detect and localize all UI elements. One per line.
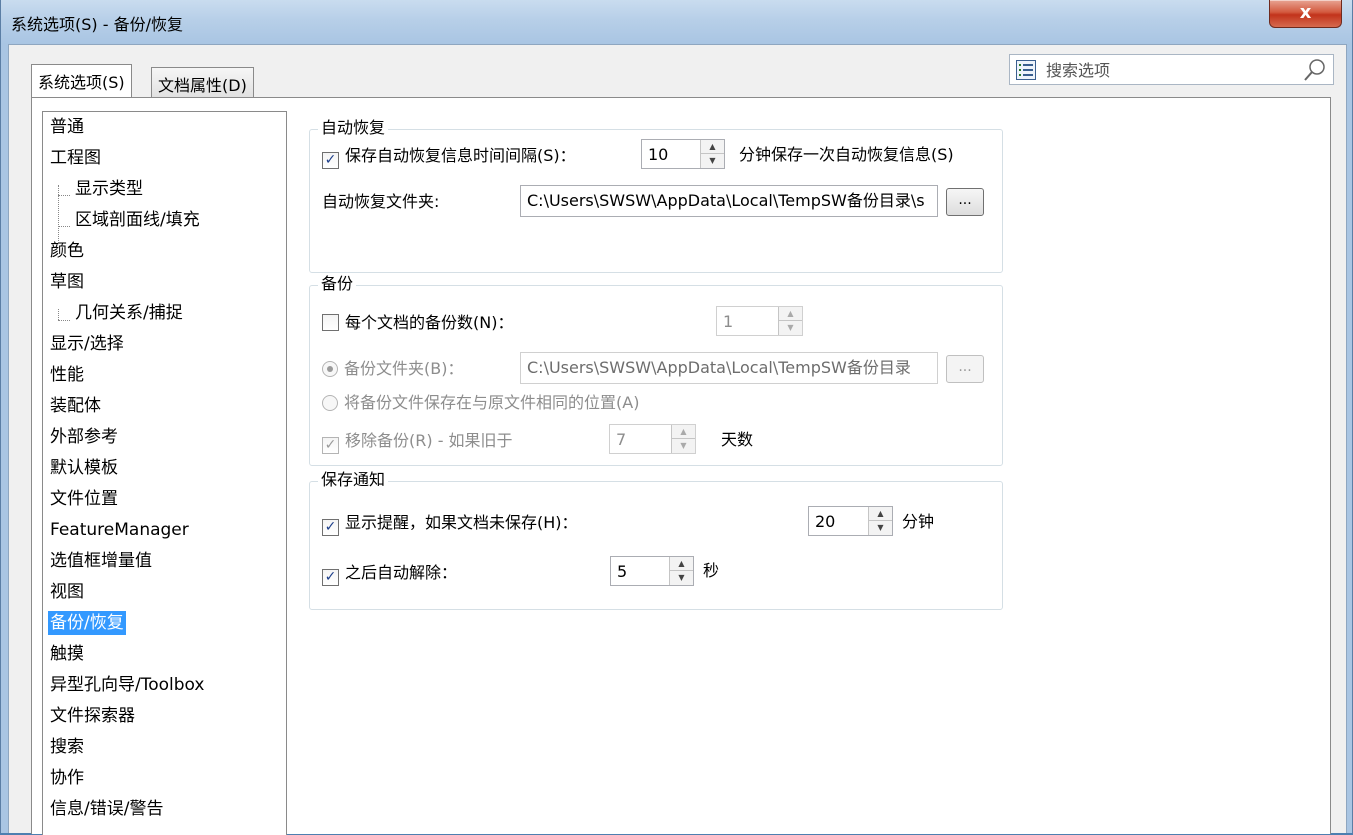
backup-remove-days-value: 7 <box>616 430 627 449</box>
notify-dismiss-checkbox[interactable]: ✓ 之后自动解除： <box>322 562 457 586</box>
tree-item-display-selection[interactable]: 显示/选择 <box>48 332 126 356</box>
notify-dismiss-seconds-value: 5 <box>617 562 628 581</box>
checkbox-check-icon: ✓ <box>322 569 339 586</box>
close-button[interactable]: x <box>1269 0 1342 28</box>
spin-down-icon[interactable]: ▼ <box>672 439 695 453</box>
spin-up-icon[interactable]: ▲ <box>779 307 802 321</box>
tree-item-area-hatch[interactable]: 区域剖面线/填充 <box>73 208 202 232</box>
checkbox-check-icon: ✓ <box>322 519 339 536</box>
tree-item-colors[interactable]: 颜色 <box>48 239 86 263</box>
notify-remind-checkbox[interactable]: ✓ 显示提醒，如果文档未保存(H)： <box>322 512 578 536</box>
tree-item-performance[interactable]: 性能 <box>48 363 86 387</box>
tree-item-view[interactable]: 视图 <box>48 580 86 604</box>
backup-folder-label: 备份文件夹(B)： <box>344 359 464 378</box>
spin-up-icon[interactable]: ▲ <box>869 507 892 521</box>
search-icon[interactable] <box>1303 58 1327 82</box>
tree-item-touch[interactable]: 触摸 <box>48 642 86 666</box>
backup-remove-label: 移除备份(R) - 如果旧于 <box>345 431 513 450</box>
backup-group: 备份 每个文档的备份数(N)： 1 ▲ ▼ 备份文件夹(B)： C:\Users\… <box>309 274 1003 466</box>
tab-system-options[interactable]: 系统选项(S) <box>31 64 132 97</box>
backup-copies-label: 每个文档的备份数(N)： <box>345 313 514 332</box>
save-notification-group: 保存通知 ✓ 显示提醒，如果文档未保存(H)： 20 ▲ ▼ 分钟 ✓ 之后自动解除：… <box>309 470 1003 610</box>
backup-days-unit: 天数 <box>721 430 754 449</box>
backup-copies-spinner[interactable]: 1 ▲ ▼ <box>716 306 803 336</box>
tree-item-backup-recover[interactable]: 备份/恢复 <box>48 611 126 635</box>
notify-remind-minutes-value: 20 <box>815 512 836 531</box>
backup-folder-radio[interactable]: 备份文件夹(B)： <box>322 358 463 380</box>
options-dialog: 系统选项(S) - 备份/恢复 x 系统选项(S) 文档属性(D) 搜索选项 普… <box>0 0 1353 835</box>
notify-minutes-unit: 分钟 <box>902 512 935 531</box>
backup-copies-value: 1 <box>723 312 734 331</box>
tab-content-panel: 普通 工程图 显示类型 区域剖面线/填充 颜色 草图 几何关系/捕捉 显示/选择… <box>31 97 1331 835</box>
tab-label: 系统选项(S) <box>38 73 125 92</box>
tree-item-assemblies[interactable]: 装配体 <box>48 394 103 418</box>
tree-item-spin-box-increments[interactable]: 选值框增量值 <box>48 549 154 573</box>
radio-selected-icon <box>322 361 338 377</box>
search-box[interactable] <box>1009 54 1334 85</box>
autorecover-save-checkbox[interactable]: ✓ 保存自动恢复信息时间间隔(S)： <box>322 145 576 169</box>
tree-item-sketch[interactable]: 草图 <box>48 270 86 294</box>
autorecover-browse-button[interactable]: ... <box>946 188 984 216</box>
save-notification-group-title: 保存通知 <box>318 470 389 490</box>
tree-item-default-templates[interactable]: 默认模板 <box>48 456 120 480</box>
backup-copies-checkbox[interactable]: 每个文档的备份数(N)： <box>322 312 513 334</box>
tree-item-file-locations[interactable]: 文件位置 <box>48 487 120 511</box>
checkbox-check-icon: ✓ <box>322 152 339 169</box>
radio-unselected-icon <box>322 395 338 411</box>
options-tree[interactable]: 普通 工程图 显示类型 区域剖面线/填充 颜色 草图 几何关系/捕捉 显示/选择… <box>42 111 287 835</box>
list-icon <box>1016 60 1036 80</box>
autorecover-folder-label: 自动恢复文件夹: <box>322 192 440 211</box>
autorecover-unit-label: 分钟保存一次自动恢复信息(S) <box>739 145 954 164</box>
tree-item-file-explorer[interactable]: 文件探索器 <box>48 704 137 728</box>
backup-same-location-radio[interactable]: 将备份文件保存在与原文件相同的位置(A) <box>322 392 639 414</box>
checkbox-check-icon: ✓ <box>322 437 339 454</box>
backup-same-location-label: 将备份文件保存在与原文件相同的位置(A) <box>344 393 640 412</box>
notify-seconds-unit: 秒 <box>703 561 720 580</box>
spin-down-icon[interactable]: ▼ <box>869 521 892 535</box>
tree-item-search[interactable]: 搜索 <box>48 735 86 759</box>
tree-item-featuremanager[interactable]: FeatureManager <box>48 518 191 542</box>
tree-item-relations-snaps[interactable]: 几何关系/捕捉 <box>73 301 185 325</box>
tree-item-messages-errors-warnings[interactable]: 信息/错误/警告 <box>48 797 165 821</box>
autorecover-folder-input[interactable]: C:\Users\SWSW\AppData\Local\TempSW备份目录\s <box>520 185 938 217</box>
tree-item-general[interactable]: 普通 <box>48 115 86 139</box>
notify-dismiss-seconds-spinner[interactable]: 5 ▲ ▼ <box>610 556 694 586</box>
dialog-client: 系统选项(S) 文档属性(D) 普通 <box>8 44 1347 835</box>
spin-down-icon[interactable]: ▼ <box>670 571 693 585</box>
autorecover-interval-value: 10 <box>648 145 669 164</box>
notify-remind-minutes-spinner[interactable]: 20 ▲ ▼ <box>808 506 893 536</box>
tree-item-drawings[interactable]: 工程图 <box>48 146 103 170</box>
backup-folder-input[interactable]: C:\Users\SWSW\AppData\Local\TempSW备份目录 <box>520 352 938 384</box>
backup-remove-days-spinner[interactable]: 7 ▲ ▼ <box>609 424 696 454</box>
tree-item-hole-wizard-toolbox[interactable]: 异型孔向导/Toolbox <box>48 673 206 697</box>
backup-group-title: 备份 <box>318 274 357 294</box>
spin-up-icon[interactable]: ▲ <box>670 557 693 571</box>
spin-up-icon[interactable]: ▲ <box>701 140 724 154</box>
tree-item-display-style[interactable]: 显示类型 <box>73 177 145 201</box>
notify-dismiss-label: 之后自动解除： <box>345 563 458 582</box>
tab-label: 文档属性(D) <box>158 76 247 95</box>
window-title: 系统选项(S) - 备份/恢复 <box>11 15 183 34</box>
notify-remind-label: 显示提醒，如果文档未保存(H)： <box>345 513 578 532</box>
autorecover-save-label: 保存自动恢复信息时间间隔(S)： <box>345 146 576 165</box>
search-input[interactable] <box>1044 59 1284 81</box>
autorecover-group: 自动恢复 ✓ 保存自动恢复信息时间间隔(S)： 10 ▲ ▼ 分钟保存一次自动恢复信… <box>309 118 1003 273</box>
spin-up-icon[interactable]: ▲ <box>672 425 695 439</box>
spin-down-icon[interactable]: ▼ <box>701 154 724 168</box>
autorecover-interval-spinner[interactable]: 10 ▲ ▼ <box>641 139 725 169</box>
title-bar[interactable]: 系统选项(S) - 备份/恢复 x <box>1 0 1352 44</box>
close-icon: x <box>1299 2 1312 23</box>
tree-item-collaboration[interactable]: 协作 <box>48 766 86 790</box>
tab-document-properties[interactable]: 文档属性(D) <box>151 67 254 97</box>
checkbox-unchecked-icon <box>322 314 339 331</box>
backup-browse-button[interactable]: ... <box>946 355 984 383</box>
backup-remove-checkbox[interactable]: ✓ 移除备份(R) - 如果旧于 <box>322 430 513 454</box>
autorecover-group-title: 自动恢复 <box>318 118 389 138</box>
tree-item-external-references[interactable]: 外部参考 <box>48 425 120 449</box>
spin-down-icon[interactable]: ▼ <box>779 321 802 335</box>
